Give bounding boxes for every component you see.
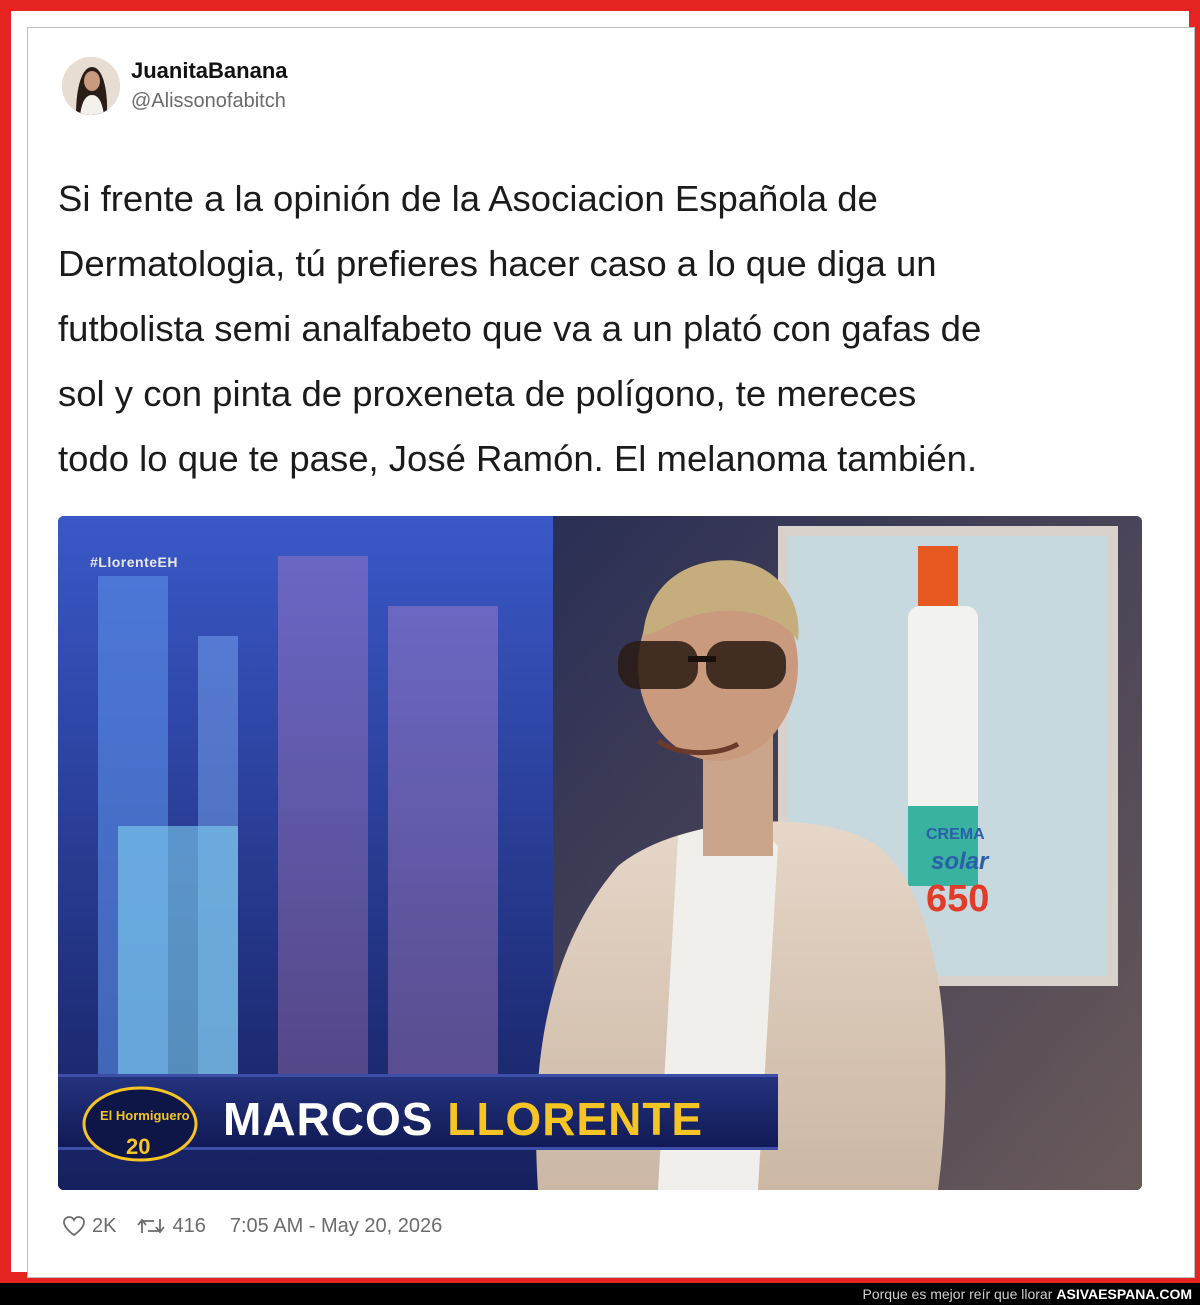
video-hashtag: #LlorenteEH — [90, 554, 178, 570]
show-logo-number: 20 — [126, 1134, 151, 1159]
tweet-timestamp[interactable]: 7:05 AM - May 20, 2026 — [230, 1215, 442, 1238]
lower-third-first-name: MARCOS — [223, 1093, 448, 1145]
heart-icon — [63, 1216, 85, 1237]
bottle-brand-label: CREMA — [926, 826, 985, 843]
lower-third-name: MARCOS LLORENTE — [223, 1092, 703, 1146]
retweet-count: 416 — [172, 1214, 206, 1237]
avatar[interactable] — [62, 57, 120, 115]
bottle-product-label: solar — [931, 848, 989, 875]
show-logo-text: El Hormiguero — [100, 1108, 190, 1123]
bottle-spf-label: 650 — [926, 878, 990, 920]
author-name[interactable]: JuanitaBanana — [131, 58, 288, 84]
footer-slogan: Porque es mejor reír que llorar — [862, 1286, 1053, 1302]
like-button[interactable]: 2K — [62, 1215, 116, 1238]
tweet-text: Si frente a la opinión de la Asociacion … — [58, 178, 982, 479]
author-handle[interactable]: @Alissonofabitch — [131, 90, 286, 113]
tweet-actions: 2K 416 7:05 AM - May 20, 2026 — [62, 1212, 442, 1240]
footer-brand-link[interactable]: ASIVAESPANA.COM — [1056, 1286, 1192, 1302]
retweet-icon — [137, 1218, 166, 1234]
avatar-photo-icon — [62, 57, 120, 115]
tweet-media-video[interactable]: #LlorenteEH CREMA solar 650 El Hormiguer… — [58, 516, 1142, 1190]
site-footer: Porque es mejor reír que llorar ASIVAESPA… — [0, 1283, 1200, 1305]
retweet-button[interactable]: 416 — [136, 1214, 206, 1238]
lower-third-last-name: LLORENTE — [447, 1093, 704, 1145]
like-count: 2K — [92, 1214, 117, 1237]
